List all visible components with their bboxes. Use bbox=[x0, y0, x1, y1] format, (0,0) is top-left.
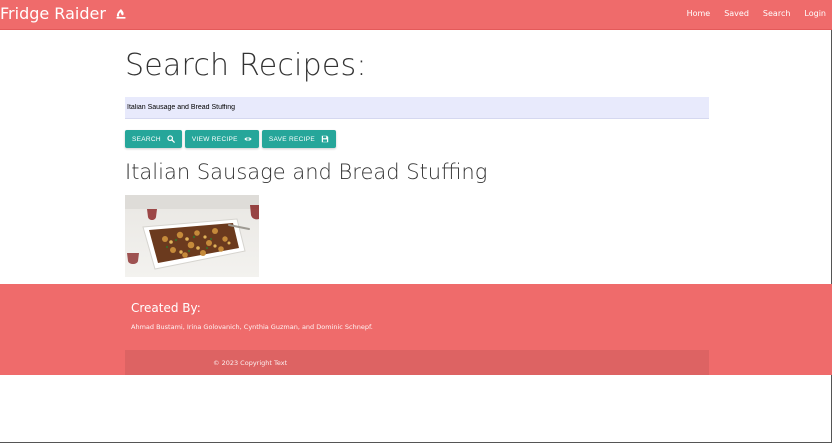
save-recipe-button-label: SAVE RECIPE bbox=[268, 135, 315, 143]
brand-name: Fridge Raider bbox=[0, 4, 106, 23]
nav-links: Home Saved Search Login bbox=[687, 9, 826, 18]
footer-heading: Created By: bbox=[131, 301, 201, 315]
search-icon bbox=[167, 135, 175, 143]
nav-link-search[interactable]: Search bbox=[763, 9, 790, 18]
nav-link-saved[interactable]: Saved bbox=[724, 9, 749, 18]
copyright-bar: © 2023 Copyright Text bbox=[125, 350, 709, 375]
navbar: Fridge Raider Home Saved Search Login bbox=[0, 0, 832, 30]
view-recipe-button[interactable]: VIEW RECIPE bbox=[184, 130, 259, 148]
eye-icon bbox=[244, 137, 252, 141]
view-recipe-button-label: VIEW RECIPE bbox=[191, 135, 238, 143]
nav-link-home[interactable]: Home bbox=[687, 9, 711, 18]
footer: Created By: Ahmad Bustami, Irina Golovan… bbox=[0, 284, 832, 375]
copyright-text: © 2023 Copyright Text bbox=[213, 359, 288, 367]
save-recipe-button[interactable]: SAVE RECIPE bbox=[261, 130, 336, 148]
footer-authors: Ahmad Bustami, Irina Golovanich, Cynthia… bbox=[131, 323, 373, 331]
brand-logo[interactable]: Fridge Raider bbox=[0, 4, 127, 23]
action-buttons: SEARCH VIEW RECIPE SAVE RECIPE bbox=[125, 130, 336, 148]
recipe-title: Italian Sausage and Bread Stuffing bbox=[125, 160, 488, 184]
recipe-search-input[interactable] bbox=[125, 97, 709, 119]
floppy-disk-icon bbox=[321, 135, 329, 143]
search-button[interactable]: SEARCH bbox=[125, 130, 182, 148]
nav-link-login[interactable]: Login bbox=[804, 9, 826, 18]
search-button-label: SEARCH bbox=[132, 135, 161, 143]
recipe-image bbox=[125, 195, 259, 277]
fire-icon bbox=[116, 9, 126, 19]
page-title: Search Recipes: bbox=[125, 48, 367, 83]
